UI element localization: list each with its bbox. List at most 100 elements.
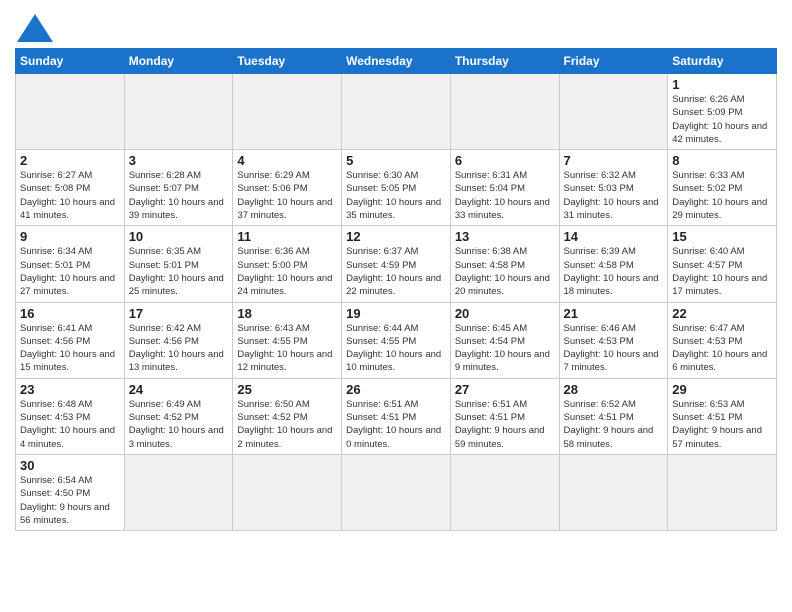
day-info: Sunrise: 6:26 AMSunset: 5:09 PMDaylight:… bbox=[672, 93, 772, 146]
day-cell-10: 10Sunrise: 6:35 AMSunset: 5:01 PMDayligh… bbox=[124, 226, 233, 302]
weekday-header-wednesday: Wednesday bbox=[342, 49, 451, 74]
day-number: 5 bbox=[346, 153, 446, 168]
day-number: 23 bbox=[20, 382, 120, 397]
day-info: Sunrise: 6:35 AMSunset: 5:01 PMDaylight:… bbox=[129, 245, 229, 298]
day-number: 19 bbox=[346, 306, 446, 321]
day-info: Sunrise: 6:40 AMSunset: 4:57 PMDaylight:… bbox=[672, 245, 772, 298]
day-info: Sunrise: 6:36 AMSunset: 5:00 PMDaylight:… bbox=[237, 245, 337, 298]
weekday-header-tuesday: Tuesday bbox=[233, 49, 342, 74]
day-cell-14: 14Sunrise: 6:39 AMSunset: 4:58 PMDayligh… bbox=[559, 226, 668, 302]
weekday-header-friday: Friday bbox=[559, 49, 668, 74]
week-row-4: 16Sunrise: 6:41 AMSunset: 4:56 PMDayligh… bbox=[16, 302, 777, 378]
day-info: Sunrise: 6:47 AMSunset: 4:53 PMDaylight:… bbox=[672, 322, 772, 375]
weekday-header-thursday: Thursday bbox=[450, 49, 559, 74]
day-cell-27: 27Sunrise: 6:51 AMSunset: 4:51 PMDayligh… bbox=[450, 378, 559, 454]
weekday-header-sunday: Sunday bbox=[16, 49, 125, 74]
day-cell-29: 29Sunrise: 6:53 AMSunset: 4:51 PMDayligh… bbox=[668, 378, 777, 454]
day-info: Sunrise: 6:38 AMSunset: 4:58 PMDaylight:… bbox=[455, 245, 555, 298]
day-info: Sunrise: 6:31 AMSunset: 5:04 PMDaylight:… bbox=[455, 169, 555, 222]
day-number: 18 bbox=[237, 306, 337, 321]
day-number: 17 bbox=[129, 306, 229, 321]
day-cell-1: 1Sunrise: 6:26 AMSunset: 5:09 PMDaylight… bbox=[668, 74, 777, 150]
day-info: Sunrise: 6:45 AMSunset: 4:54 PMDaylight:… bbox=[455, 322, 555, 375]
week-row-5: 23Sunrise: 6:48 AMSunset: 4:53 PMDayligh… bbox=[16, 378, 777, 454]
day-cell-empty bbox=[233, 74, 342, 150]
day-number: 30 bbox=[20, 458, 120, 473]
day-info: Sunrise: 6:51 AMSunset: 4:51 PMDaylight:… bbox=[455, 398, 555, 451]
day-cell-12: 12Sunrise: 6:37 AMSunset: 4:59 PMDayligh… bbox=[342, 226, 451, 302]
weekday-header-monday: Monday bbox=[124, 49, 233, 74]
day-cell-empty bbox=[233, 454, 342, 530]
day-number: 10 bbox=[129, 229, 229, 244]
day-cell-18: 18Sunrise: 6:43 AMSunset: 4:55 PMDayligh… bbox=[233, 302, 342, 378]
day-number: 6 bbox=[455, 153, 555, 168]
day-number: 14 bbox=[564, 229, 664, 244]
day-info: Sunrise: 6:54 AMSunset: 4:50 PMDaylight:… bbox=[20, 474, 120, 527]
day-number: 15 bbox=[672, 229, 772, 244]
day-info: Sunrise: 6:29 AMSunset: 5:06 PMDaylight:… bbox=[237, 169, 337, 222]
day-cell-6: 6Sunrise: 6:31 AMSunset: 5:04 PMDaylight… bbox=[450, 150, 559, 226]
day-info: Sunrise: 6:50 AMSunset: 4:52 PMDaylight:… bbox=[237, 398, 337, 451]
week-row-1: 1Sunrise: 6:26 AMSunset: 5:09 PMDaylight… bbox=[16, 74, 777, 150]
day-cell-20: 20Sunrise: 6:45 AMSunset: 4:54 PMDayligh… bbox=[450, 302, 559, 378]
day-cell-11: 11Sunrise: 6:36 AMSunset: 5:00 PMDayligh… bbox=[233, 226, 342, 302]
day-info: Sunrise: 6:44 AMSunset: 4:55 PMDaylight:… bbox=[346, 322, 446, 375]
day-info: Sunrise: 6:33 AMSunset: 5:02 PMDaylight:… bbox=[672, 169, 772, 222]
day-number: 26 bbox=[346, 382, 446, 397]
day-info: Sunrise: 6:28 AMSunset: 5:07 PMDaylight:… bbox=[129, 169, 229, 222]
day-cell-4: 4Sunrise: 6:29 AMSunset: 5:06 PMDaylight… bbox=[233, 150, 342, 226]
day-number: 12 bbox=[346, 229, 446, 244]
day-cell-25: 25Sunrise: 6:50 AMSunset: 4:52 PMDayligh… bbox=[233, 378, 342, 454]
day-cell-15: 15Sunrise: 6:40 AMSunset: 4:57 PMDayligh… bbox=[668, 226, 777, 302]
day-number: 21 bbox=[564, 306, 664, 321]
day-info: Sunrise: 6:48 AMSunset: 4:53 PMDaylight:… bbox=[20, 398, 120, 451]
day-info: Sunrise: 6:27 AMSunset: 5:08 PMDaylight:… bbox=[20, 169, 120, 222]
day-cell-22: 22Sunrise: 6:47 AMSunset: 4:53 PMDayligh… bbox=[668, 302, 777, 378]
day-cell-8: 8Sunrise: 6:33 AMSunset: 5:02 PMDaylight… bbox=[668, 150, 777, 226]
day-number: 27 bbox=[455, 382, 555, 397]
day-number: 13 bbox=[455, 229, 555, 244]
day-number: 20 bbox=[455, 306, 555, 321]
day-info: Sunrise: 6:30 AMSunset: 5:05 PMDaylight:… bbox=[346, 169, 446, 222]
day-cell-3: 3Sunrise: 6:28 AMSunset: 5:07 PMDaylight… bbox=[124, 150, 233, 226]
day-cell-empty bbox=[450, 454, 559, 530]
calendar-page: SundayMondayTuesdayWednesdayThursdayFrid… bbox=[0, 0, 792, 612]
day-cell-9: 9Sunrise: 6:34 AMSunset: 5:01 PMDaylight… bbox=[16, 226, 125, 302]
day-number: 4 bbox=[237, 153, 337, 168]
logo-icon bbox=[17, 14, 53, 42]
day-number: 9 bbox=[20, 229, 120, 244]
day-cell-17: 17Sunrise: 6:42 AMSunset: 4:56 PMDayligh… bbox=[124, 302, 233, 378]
day-cell-19: 19Sunrise: 6:44 AMSunset: 4:55 PMDayligh… bbox=[342, 302, 451, 378]
day-cell-empty bbox=[668, 454, 777, 530]
weekday-header-saturday: Saturday bbox=[668, 49, 777, 74]
day-cell-16: 16Sunrise: 6:41 AMSunset: 4:56 PMDayligh… bbox=[16, 302, 125, 378]
day-cell-empty bbox=[124, 454, 233, 530]
day-cell-30: 30Sunrise: 6:54 AMSunset: 4:50 PMDayligh… bbox=[16, 454, 125, 530]
day-cell-13: 13Sunrise: 6:38 AMSunset: 4:58 PMDayligh… bbox=[450, 226, 559, 302]
day-info: Sunrise: 6:32 AMSunset: 5:03 PMDaylight:… bbox=[564, 169, 664, 222]
day-cell-empty bbox=[342, 74, 451, 150]
day-number: 24 bbox=[129, 382, 229, 397]
day-number: 2 bbox=[20, 153, 120, 168]
day-number: 25 bbox=[237, 382, 337, 397]
day-cell-23: 23Sunrise: 6:48 AMSunset: 4:53 PMDayligh… bbox=[16, 378, 125, 454]
day-info: Sunrise: 6:37 AMSunset: 4:59 PMDaylight:… bbox=[346, 245, 446, 298]
weekday-header-row: SundayMondayTuesdayWednesdayThursdayFrid… bbox=[16, 49, 777, 74]
day-cell-24: 24Sunrise: 6:49 AMSunset: 4:52 PMDayligh… bbox=[124, 378, 233, 454]
day-number: 28 bbox=[564, 382, 664, 397]
day-info: Sunrise: 6:42 AMSunset: 4:56 PMDaylight:… bbox=[129, 322, 229, 375]
day-number: 1 bbox=[672, 77, 772, 92]
day-number: 8 bbox=[672, 153, 772, 168]
day-info: Sunrise: 6:53 AMSunset: 4:51 PMDaylight:… bbox=[672, 398, 772, 451]
day-cell-empty bbox=[559, 74, 668, 150]
day-number: 22 bbox=[672, 306, 772, 321]
logo bbox=[15, 14, 53, 42]
day-cell-empty bbox=[559, 454, 668, 530]
day-cell-21: 21Sunrise: 6:46 AMSunset: 4:53 PMDayligh… bbox=[559, 302, 668, 378]
day-info: Sunrise: 6:39 AMSunset: 4:58 PMDaylight:… bbox=[564, 245, 664, 298]
day-number: 3 bbox=[129, 153, 229, 168]
day-cell-empty bbox=[124, 74, 233, 150]
calendar-table: SundayMondayTuesdayWednesdayThursdayFrid… bbox=[15, 48, 777, 531]
day-info: Sunrise: 6:41 AMSunset: 4:56 PMDaylight:… bbox=[20, 322, 120, 375]
week-row-6: 30Sunrise: 6:54 AMSunset: 4:50 PMDayligh… bbox=[16, 454, 777, 530]
